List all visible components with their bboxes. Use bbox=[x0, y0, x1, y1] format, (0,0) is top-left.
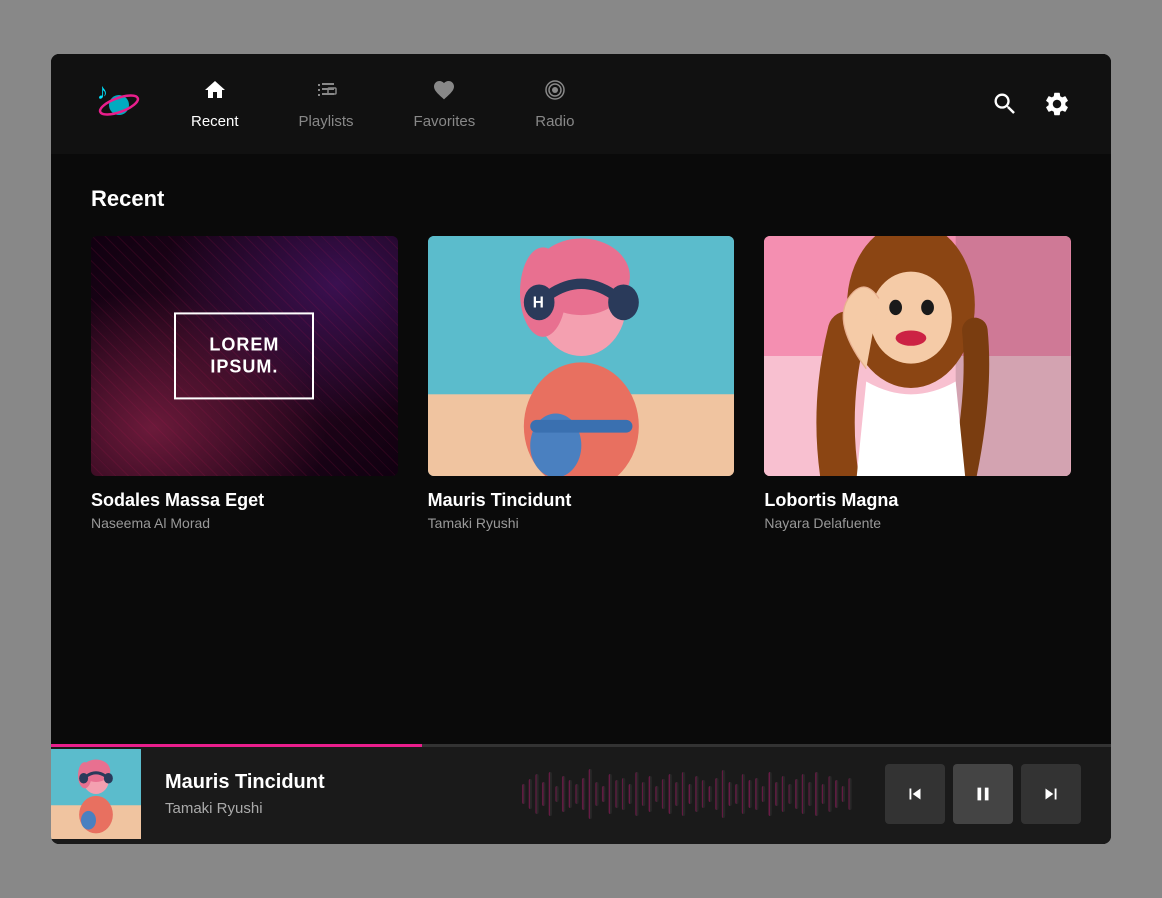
card3-illustration bbox=[764, 236, 1071, 476]
nav-items: Recent Playlists Favori bbox=[191, 78, 991, 130]
player-waveform bbox=[522, 764, 855, 824]
svg-text:♪: ♪ bbox=[97, 79, 108, 104]
nav-item-favorites[interactable]: Favorites bbox=[414, 78, 476, 130]
player-info: Mauris Tincidunt Tamaki Ryushi bbox=[141, 771, 522, 817]
radio-icon bbox=[543, 78, 567, 107]
player-artist: Tamaki Ryushi bbox=[165, 800, 498, 817]
nav-item-recent-label: Recent bbox=[191, 113, 239, 130]
card2-illustration: H bbox=[428, 236, 735, 476]
player-thumbnail bbox=[51, 749, 141, 839]
search-icon bbox=[991, 90, 1019, 118]
card-title-2: Mauris Tincidunt bbox=[428, 490, 735, 511]
card-image-3 bbox=[764, 236, 1071, 476]
nav-item-radio-label: Radio bbox=[535, 113, 574, 130]
nav-item-playlists[interactable]: Playlists bbox=[299, 78, 354, 130]
settings-icon bbox=[1043, 90, 1071, 118]
section-title: Recent bbox=[91, 186, 1071, 212]
cards-row: LOREM IPSUM. Sodales Massa Eget Naseema … bbox=[91, 236, 1071, 531]
card-artist-2: Tamaki Ryushi bbox=[428, 515, 735, 531]
card-artist-1: Naseema Al Morad bbox=[91, 515, 398, 531]
recent-icon bbox=[203, 78, 227, 107]
nav-right bbox=[991, 90, 1071, 118]
card-title-3: Lobortis Magna bbox=[764, 490, 1071, 511]
nav-item-recent[interactable]: Recent bbox=[191, 78, 239, 130]
prev-icon bbox=[904, 783, 926, 805]
nav-item-playlists-label: Playlists bbox=[299, 113, 354, 130]
search-button[interactable] bbox=[991, 90, 1019, 118]
next-icon bbox=[1040, 783, 1062, 805]
card-title-1: Sodales Massa Eget bbox=[91, 490, 398, 511]
nav-item-radio[interactable]: Radio bbox=[535, 78, 574, 130]
top-nav: ♪ Recent Pla bbox=[51, 54, 1111, 154]
player-bar: Mauris Tincidunt Tamaki Ryushi bbox=[51, 744, 1111, 844]
nav-item-favorites-label: Favorites bbox=[414, 113, 476, 130]
card-lobortis[interactable]: Lobortis Magna Nayara Delafuente bbox=[764, 236, 1071, 531]
settings-button[interactable] bbox=[1043, 90, 1071, 118]
card-image-1: LOREM IPSUM. bbox=[91, 236, 398, 476]
lorem-ipsum-box: LOREM IPSUM. bbox=[174, 312, 314, 399]
playlists-icon bbox=[314, 78, 338, 107]
pause-icon bbox=[972, 783, 994, 805]
logo-icon: ♪ bbox=[91, 77, 141, 127]
main-content: Recent LOREM IPSUM. Sodales Massa Eget N… bbox=[51, 154, 1111, 744]
card-image-2: H bbox=[428, 236, 735, 476]
prev-button[interactable] bbox=[885, 764, 945, 824]
player-title: Mauris Tincidunt bbox=[165, 771, 498, 794]
play-pause-button[interactable] bbox=[953, 764, 1013, 824]
card-mauris[interactable]: H Mauris Tincidunt Tamaki Ryushi bbox=[428, 236, 735, 531]
app-container: ♪ Recent Pla bbox=[51, 54, 1111, 844]
logo-area: ♪ bbox=[91, 77, 151, 132]
lorem-line2: IPSUM. bbox=[200, 356, 288, 378]
player-controls bbox=[855, 764, 1111, 824]
player-progress-fill bbox=[51, 744, 422, 747]
next-button[interactable] bbox=[1021, 764, 1081, 824]
lorem-line1: LOREM bbox=[200, 334, 288, 356]
favorites-icon bbox=[432, 78, 456, 107]
card-artist-3: Nayara Delafuente bbox=[764, 515, 1071, 531]
player-progress-track[interactable] bbox=[51, 744, 1111, 747]
card-sodales[interactable]: LOREM IPSUM. Sodales Massa Eget Naseema … bbox=[91, 236, 398, 531]
svg-text:H: H bbox=[532, 294, 543, 311]
